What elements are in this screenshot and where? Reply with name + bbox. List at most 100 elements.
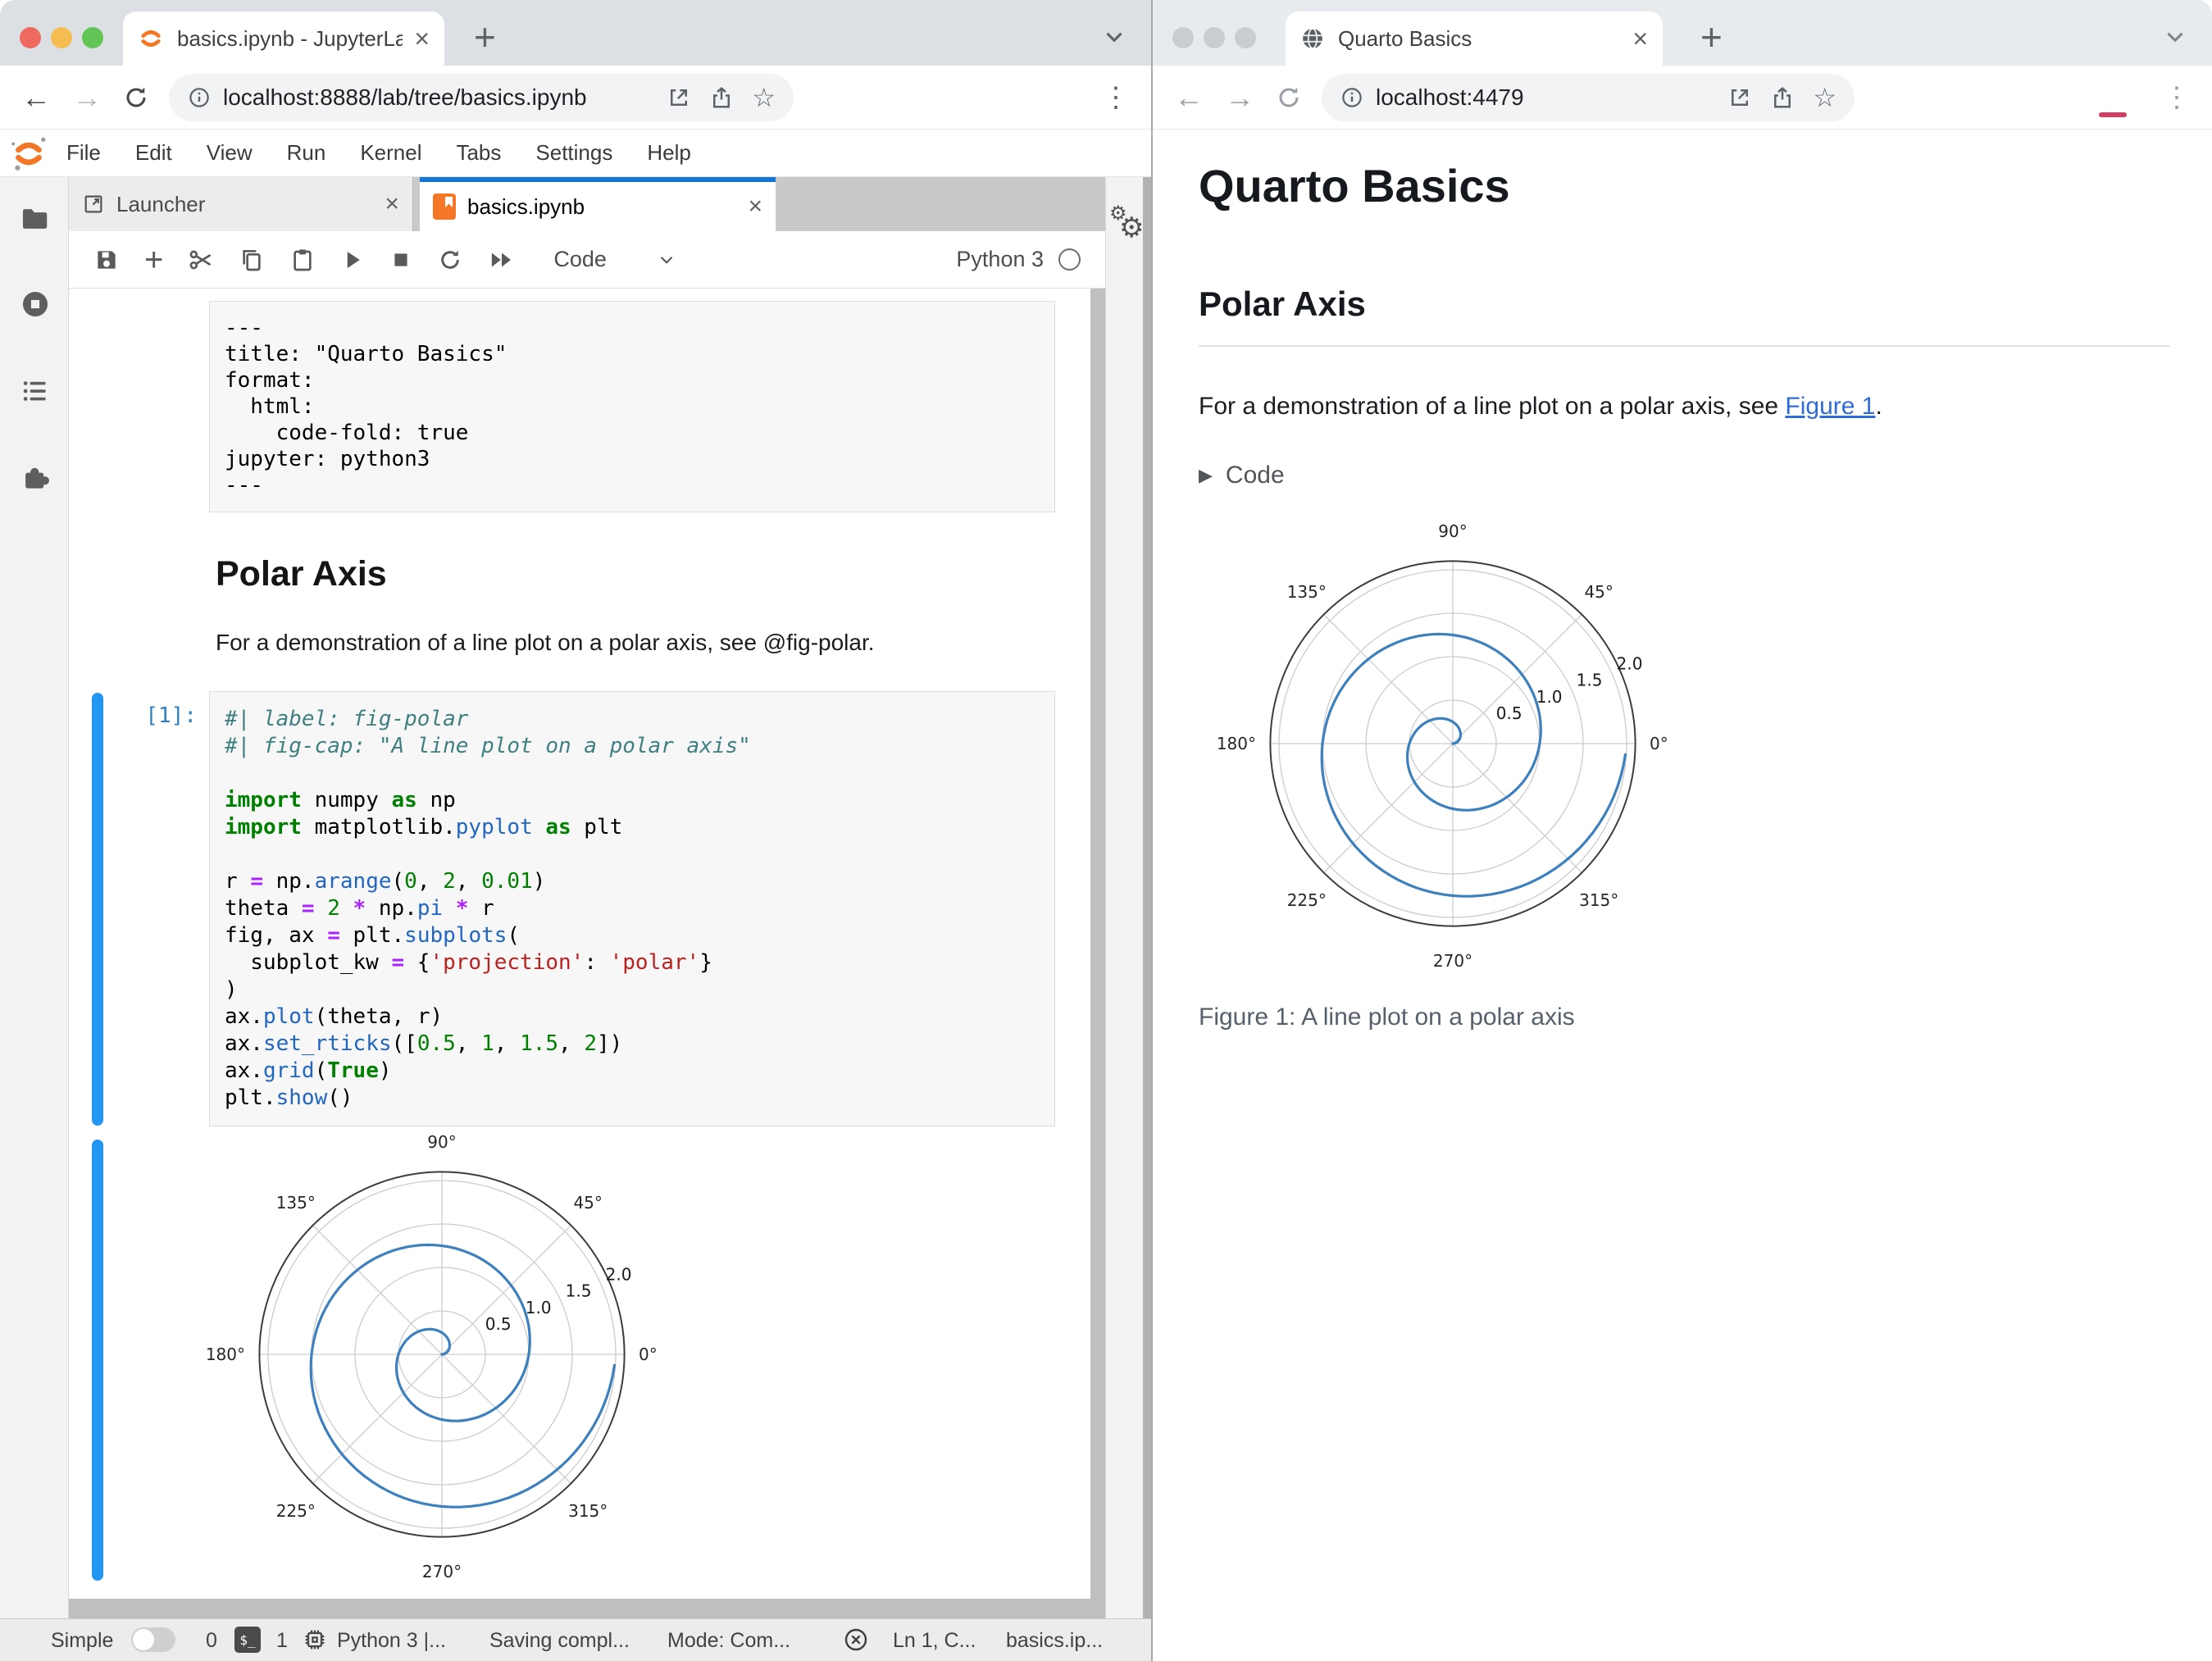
table-of-contents-icon[interactable] (20, 375, 51, 407)
doc-tab-notebook[interactable]: basics.ipynb × (420, 177, 776, 231)
kernel-status-icon[interactable] (1058, 248, 1081, 271)
close-tab-icon[interactable]: × (385, 190, 399, 218)
svg-text:225°: 225° (1287, 890, 1327, 910)
zoom-window-button[interactable] (82, 27, 103, 48)
trust-circle-x-icon (843, 1627, 869, 1653)
menu-kernel[interactable]: Kernel (343, 140, 439, 166)
back-button[interactable]: ← (1174, 82, 1204, 112)
run-icon[interactable] (340, 248, 365, 272)
kernel-name[interactable]: Python 3 (956, 247, 1044, 272)
svg-text:270°: 270° (1433, 951, 1472, 971)
svg-text:45°: 45° (1584, 582, 1613, 602)
svg-text:0.5: 0.5 (1496, 703, 1522, 723)
share-icon[interactable] (1770, 85, 1795, 110)
quarto-document: Quarto Basics Polar Axis For a demonstra… (1153, 130, 2212, 1661)
chevron-down-icon[interactable] (656, 249, 677, 271)
yaml-frontmatter-cell[interactable]: --- title: "Quarto Basics" format: html: c… (209, 301, 1055, 512)
site-info-icon[interactable] (1340, 85, 1364, 110)
close-tab-icon[interactable]: × (414, 25, 430, 52)
svg-text:1.5: 1.5 (1577, 671, 1603, 690)
svg-text:90°: 90° (1438, 521, 1467, 541)
browser-tab-jupyterlab[interactable]: basics.ipynb - JupyterLab × (123, 11, 444, 66)
menu-view[interactable]: View (189, 140, 270, 166)
minimize-window-button[interactable] (51, 27, 72, 48)
forward-button[interactable]: → (1225, 82, 1254, 112)
terminal-count[interactable]: 0 (206, 1629, 217, 1653)
kernel-count[interactable]: 1 (276, 1629, 288, 1653)
svg-text:0.5: 0.5 (485, 1314, 512, 1334)
paste-icon[interactable] (289, 247, 316, 273)
restart-kernel-icon[interactable] (437, 247, 463, 273)
tab-search-chevron-icon[interactable] (2161, 23, 2189, 51)
bookmark-star-icon[interactable]: ☆ (1813, 82, 1837, 113)
svg-text:270°: 270° (422, 1562, 462, 1581)
open-in-new-icon[interactable] (667, 85, 691, 110)
new-tab-button[interactable]: + (1700, 15, 1723, 59)
running-kernels-icon[interactable] (20, 289, 51, 320)
close-window-button[interactable] (20, 27, 41, 48)
address-bar[interactable]: localhost:4479 ☆ (1322, 73, 1855, 121)
file-browser-icon[interactable] (20, 203, 51, 234)
jupyter-favicon (141, 30, 161, 47)
stop-icon[interactable] (389, 248, 412, 271)
figure-1-link[interactable]: Figure 1 (1785, 393, 1875, 420)
input-collapser-bar[interactable] (92, 693, 103, 1126)
menu-edit[interactable]: Edit (118, 140, 189, 166)
output-collapser-bar[interactable] (92, 1140, 103, 1581)
share-icon[interactable] (709, 85, 734, 110)
cut-icon[interactable] (188, 247, 214, 273)
save-icon[interactable] (93, 247, 120, 273)
menu-file[interactable]: File (49, 140, 118, 166)
notebook-toolbar: + Code Python 3 (69, 231, 1105, 289)
svg-text:315°: 315° (568, 1501, 608, 1521)
bookmark-star-icon[interactable]: ☆ (752, 82, 776, 113)
zoom-window-button[interactable] (1235, 27, 1256, 48)
reload-button[interactable] (1276, 84, 1302, 111)
address-bar[interactable]: localhost:8888/lab/tree/basics.ipynb ☆ (169, 73, 794, 121)
browser-menu-icon[interactable]: ⋮ (2163, 81, 2191, 114)
yaml-lines: --- title: "Quarto Basics" format: html: c… (225, 316, 507, 498)
cell-type-dropdown[interactable]: Code (553, 247, 607, 272)
svg-text:180°: 180° (1217, 734, 1256, 753)
url-text: localhost:8888/lab/tree/basics.ipynb (223, 84, 587, 110)
command-mode-status: Mode: Com... (667, 1629, 791, 1652)
browser-menu-icon[interactable]: ⋮ (1102, 81, 1130, 114)
launcher-icon (84, 195, 102, 213)
minimize-window-button[interactable] (1204, 27, 1225, 48)
site-info-icon[interactable] (187, 85, 212, 110)
code-cell-editor[interactable]: #| label: fig-polar #| fig-cap: "A line p… (209, 691, 1055, 1126)
reload-button[interactable] (123, 84, 149, 111)
menu-run[interactable]: Run (270, 140, 344, 166)
doc-tab-launcher[interactable]: Launcher × (69, 177, 413, 231)
tab-title: basics.ipynb - JupyterLab (177, 25, 403, 51)
tab-search-chevron-icon[interactable] (1100, 23, 1128, 51)
close-tab-icon[interactable]: × (1632, 25, 1648, 52)
svg-text:90°: 90° (427, 1132, 456, 1152)
forward-button[interactable]: → (72, 82, 102, 112)
back-button[interactable]: ← (21, 82, 51, 112)
copy-icon[interactable] (239, 247, 265, 273)
extensions-puzzle-icon[interactable] (20, 462, 51, 494)
add-cell-icon[interactable]: + (144, 243, 163, 276)
right-tabstrip: Quarto Basics × + (1153, 0, 2212, 66)
fast-forward-icon[interactable] (488, 248, 516, 272)
svg-text:0°: 0° (639, 1345, 658, 1364)
jupyterlab-statusbar: Simple 0 $_ 1 Python 3 |... Saving compl… (0, 1618, 1151, 1661)
svg-text:225°: 225° (276, 1501, 316, 1521)
close-window-button[interactable] (1172, 27, 1194, 48)
window-scrollbar[interactable] (1143, 177, 1151, 1618)
menu-tabs[interactable]: Tabs (439, 140, 518, 166)
menu-help[interactable]: Help (630, 140, 708, 166)
close-tab-icon[interactable]: × (748, 193, 762, 221)
new-tab-button[interactable]: + (474, 15, 496, 59)
page-title: Quarto Basics (1199, 160, 1510, 212)
svg-text:0°: 0° (1650, 734, 1668, 753)
kernel-status-text[interactable]: Python 3 |... (337, 1629, 446, 1653)
code-fold-label: Code (1225, 462, 1285, 489)
simple-mode-toggle[interactable] (131, 1627, 175, 1652)
terminal-icon: $_ (234, 1627, 261, 1653)
browser-tab-quarto[interactable]: Quarto Basics × (1286, 11, 1663, 66)
menu-settings[interactable]: Settings (518, 140, 630, 166)
open-in-new-icon[interactable] (1727, 85, 1752, 110)
code-fold-toggle[interactable]: ▶ Code (1199, 462, 2169, 489)
